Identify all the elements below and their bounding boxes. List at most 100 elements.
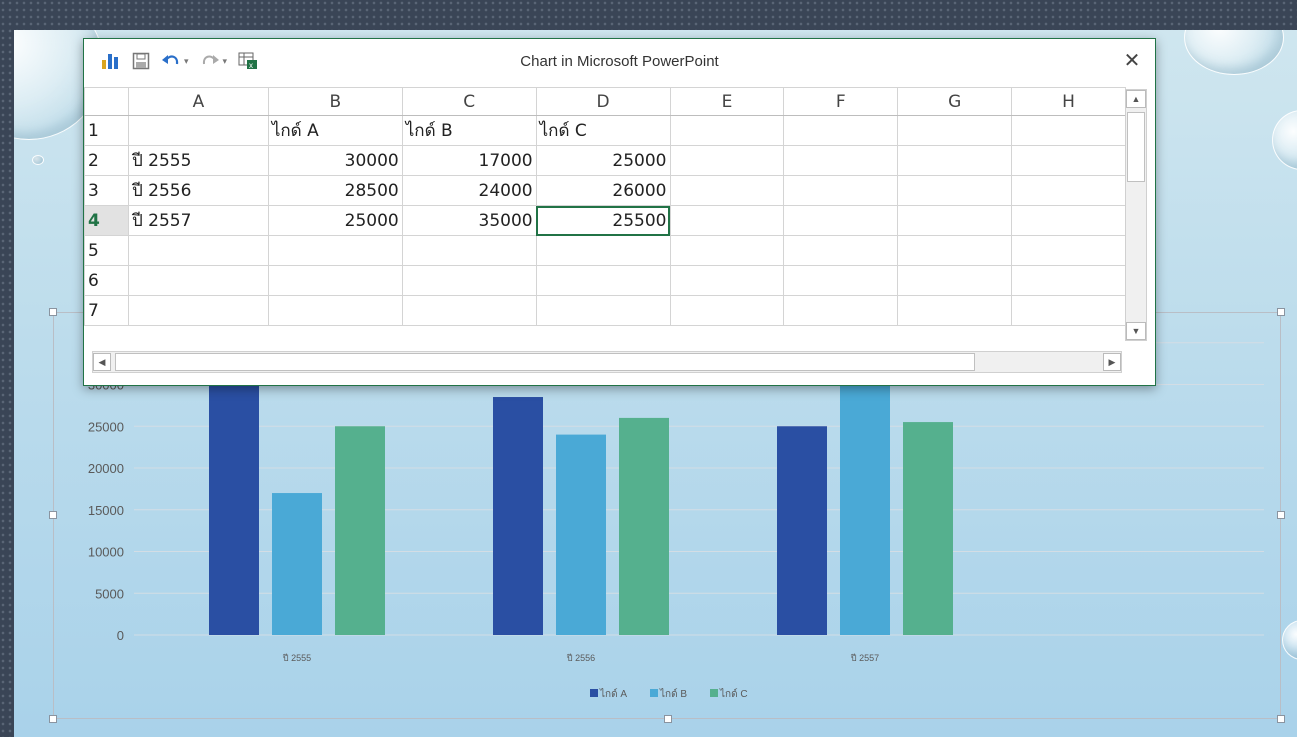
select-all-corner[interactable] — [84, 87, 129, 116]
cell[interactable] — [267, 235, 403, 266]
resize-handle-bottom-left[interactable] — [49, 715, 57, 723]
scroll-down-arrow-icon[interactable]: ▼ — [1126, 322, 1146, 340]
spreadsheet-grid[interactable]: A B C D E F G H 1 ไกด์ A ไกด์ B ไกด์ C 2… — [84, 87, 1126, 349]
cell[interactable] — [1011, 295, 1126, 326]
cell[interactable] — [127, 235, 269, 266]
resize-handle-bottom-right[interactable] — [1277, 715, 1285, 723]
scroll-up-arrow-icon[interactable]: ▲ — [1126, 90, 1146, 108]
resize-handle-bottom[interactable] — [664, 715, 672, 723]
row-header-selected[interactable]: 4 — [84, 205, 129, 236]
cell[interactable]: 30000 — [267, 145, 403, 176]
bar — [556, 434, 606, 635]
cell[interactable] — [783, 265, 899, 296]
column-header[interactable]: C — [401, 87, 537, 116]
cell[interactable]: ไกด์ B — [401, 115, 537, 146]
row-header[interactable]: 7 — [84, 295, 129, 326]
row-header[interactable]: 5 — [84, 235, 129, 266]
column-header[interactable]: B — [267, 87, 403, 116]
cell[interactable] — [669, 235, 785, 266]
vertical-scrollbar[interactable]: ▲ ▼ — [1125, 89, 1147, 341]
cell[interactable] — [127, 115, 269, 146]
cell[interactable] — [669, 115, 785, 146]
cell[interactable] — [1011, 235, 1126, 266]
cell[interactable]: 24000 — [401, 175, 537, 206]
cell[interactable] — [535, 235, 671, 266]
y-tick-label: 20000 — [88, 461, 124, 476]
cell[interactable]: 35000 — [401, 205, 537, 236]
undo-dropdown-icon[interactable]: ▾ — [184, 56, 189, 67]
cell[interactable]: ปี 2556 — [127, 175, 269, 206]
cell[interactable]: 26000 — [535, 175, 671, 206]
scroll-right-arrow-icon[interactable]: ▶ — [1103, 353, 1121, 371]
cell[interactable] — [267, 295, 403, 326]
cell[interactable]: 25000 — [535, 145, 671, 176]
cell[interactable] — [535, 265, 671, 296]
save-icon[interactable] — [128, 48, 154, 74]
cell[interactable] — [401, 235, 537, 266]
active-cell[interactable]: 25500 — [535, 205, 671, 236]
cell[interactable] — [783, 295, 899, 326]
cell[interactable] — [267, 265, 403, 296]
cell[interactable] — [897, 115, 1013, 146]
chart-data-excel-window[interactable]: ▾ ▾ x Chart in Microsoft PowerPoint ✕ A … — [83, 38, 1156, 386]
horizontal-scroll-thumb[interactable] — [115, 353, 975, 371]
cell[interactable]: 25000 — [267, 205, 403, 236]
cell[interactable]: 28500 — [267, 175, 403, 206]
column-header[interactable]: H — [1011, 87, 1126, 116]
cell[interactable] — [669, 145, 785, 176]
column-header[interactable]: G — [897, 87, 1013, 116]
cell[interactable] — [669, 205, 785, 236]
scroll-left-arrow-icon[interactable]: ◀ — [93, 353, 111, 371]
cell[interactable] — [1011, 175, 1126, 206]
cell[interactable] — [897, 175, 1013, 206]
column-header-selected[interactable]: D — [535, 87, 671, 116]
column-header[interactable]: A — [127, 87, 269, 116]
cell[interactable] — [897, 265, 1013, 296]
resize-handle-top-right[interactable] — [1277, 308, 1285, 316]
cell[interactable] — [669, 175, 785, 206]
cell[interactable] — [1011, 145, 1126, 176]
cell[interactable] — [783, 235, 899, 266]
resize-handle-left[interactable] — [49, 511, 57, 519]
vertical-scroll-thumb[interactable] — [1127, 112, 1145, 182]
column-header[interactable]: F — [783, 87, 899, 116]
horizontal-scrollbar[interactable]: ◀ ▶ — [92, 351, 1122, 373]
cell[interactable] — [669, 295, 785, 326]
cell[interactable] — [1011, 265, 1126, 296]
cell[interactable] — [783, 115, 899, 146]
cell[interactable] — [127, 265, 269, 296]
table-row: 7 — [84, 295, 1126, 326]
row-header[interactable]: 3 — [84, 175, 129, 206]
cell[interactable] — [897, 145, 1013, 176]
cell[interactable]: ปี 2557 — [127, 205, 269, 236]
row-header[interactable]: 1 — [84, 115, 129, 146]
redo-dropdown-icon[interactable]: ▾ — [223, 56, 228, 67]
edit-data-in-excel-icon[interactable]: x — [235, 48, 261, 74]
cell[interactable] — [401, 265, 537, 296]
column-header[interactable]: E — [669, 87, 785, 116]
cell[interactable] — [1011, 205, 1126, 236]
cell[interactable] — [783, 205, 899, 236]
cell[interactable] — [897, 295, 1013, 326]
close-button[interactable]: ✕ — [1119, 47, 1145, 73]
cell[interactable] — [535, 295, 671, 326]
cell[interactable] — [1011, 115, 1126, 146]
cell[interactable] — [783, 145, 899, 176]
row-header[interactable]: 2 — [84, 145, 129, 176]
cell[interactable]: 17000 — [401, 145, 537, 176]
cell[interactable] — [401, 295, 537, 326]
resize-handle-top-left[interactable] — [49, 308, 57, 316]
cell[interactable] — [669, 265, 785, 296]
cell[interactable] — [897, 205, 1013, 236]
cell[interactable] — [127, 295, 269, 326]
undo-icon[interactable] — [158, 48, 184, 74]
cell[interactable]: ไกด์ A — [267, 115, 403, 146]
resize-handle-right[interactable] — [1277, 511, 1285, 519]
cell[interactable]: ปี 2555 — [127, 145, 269, 176]
cell[interactable] — [897, 235, 1013, 266]
redo-icon[interactable] — [197, 48, 223, 74]
row-header[interactable]: 6 — [84, 265, 129, 296]
table-row: 5 — [84, 235, 1126, 266]
cell[interactable] — [783, 175, 899, 206]
cell[interactable]: ไกด์ C — [535, 115, 671, 146]
